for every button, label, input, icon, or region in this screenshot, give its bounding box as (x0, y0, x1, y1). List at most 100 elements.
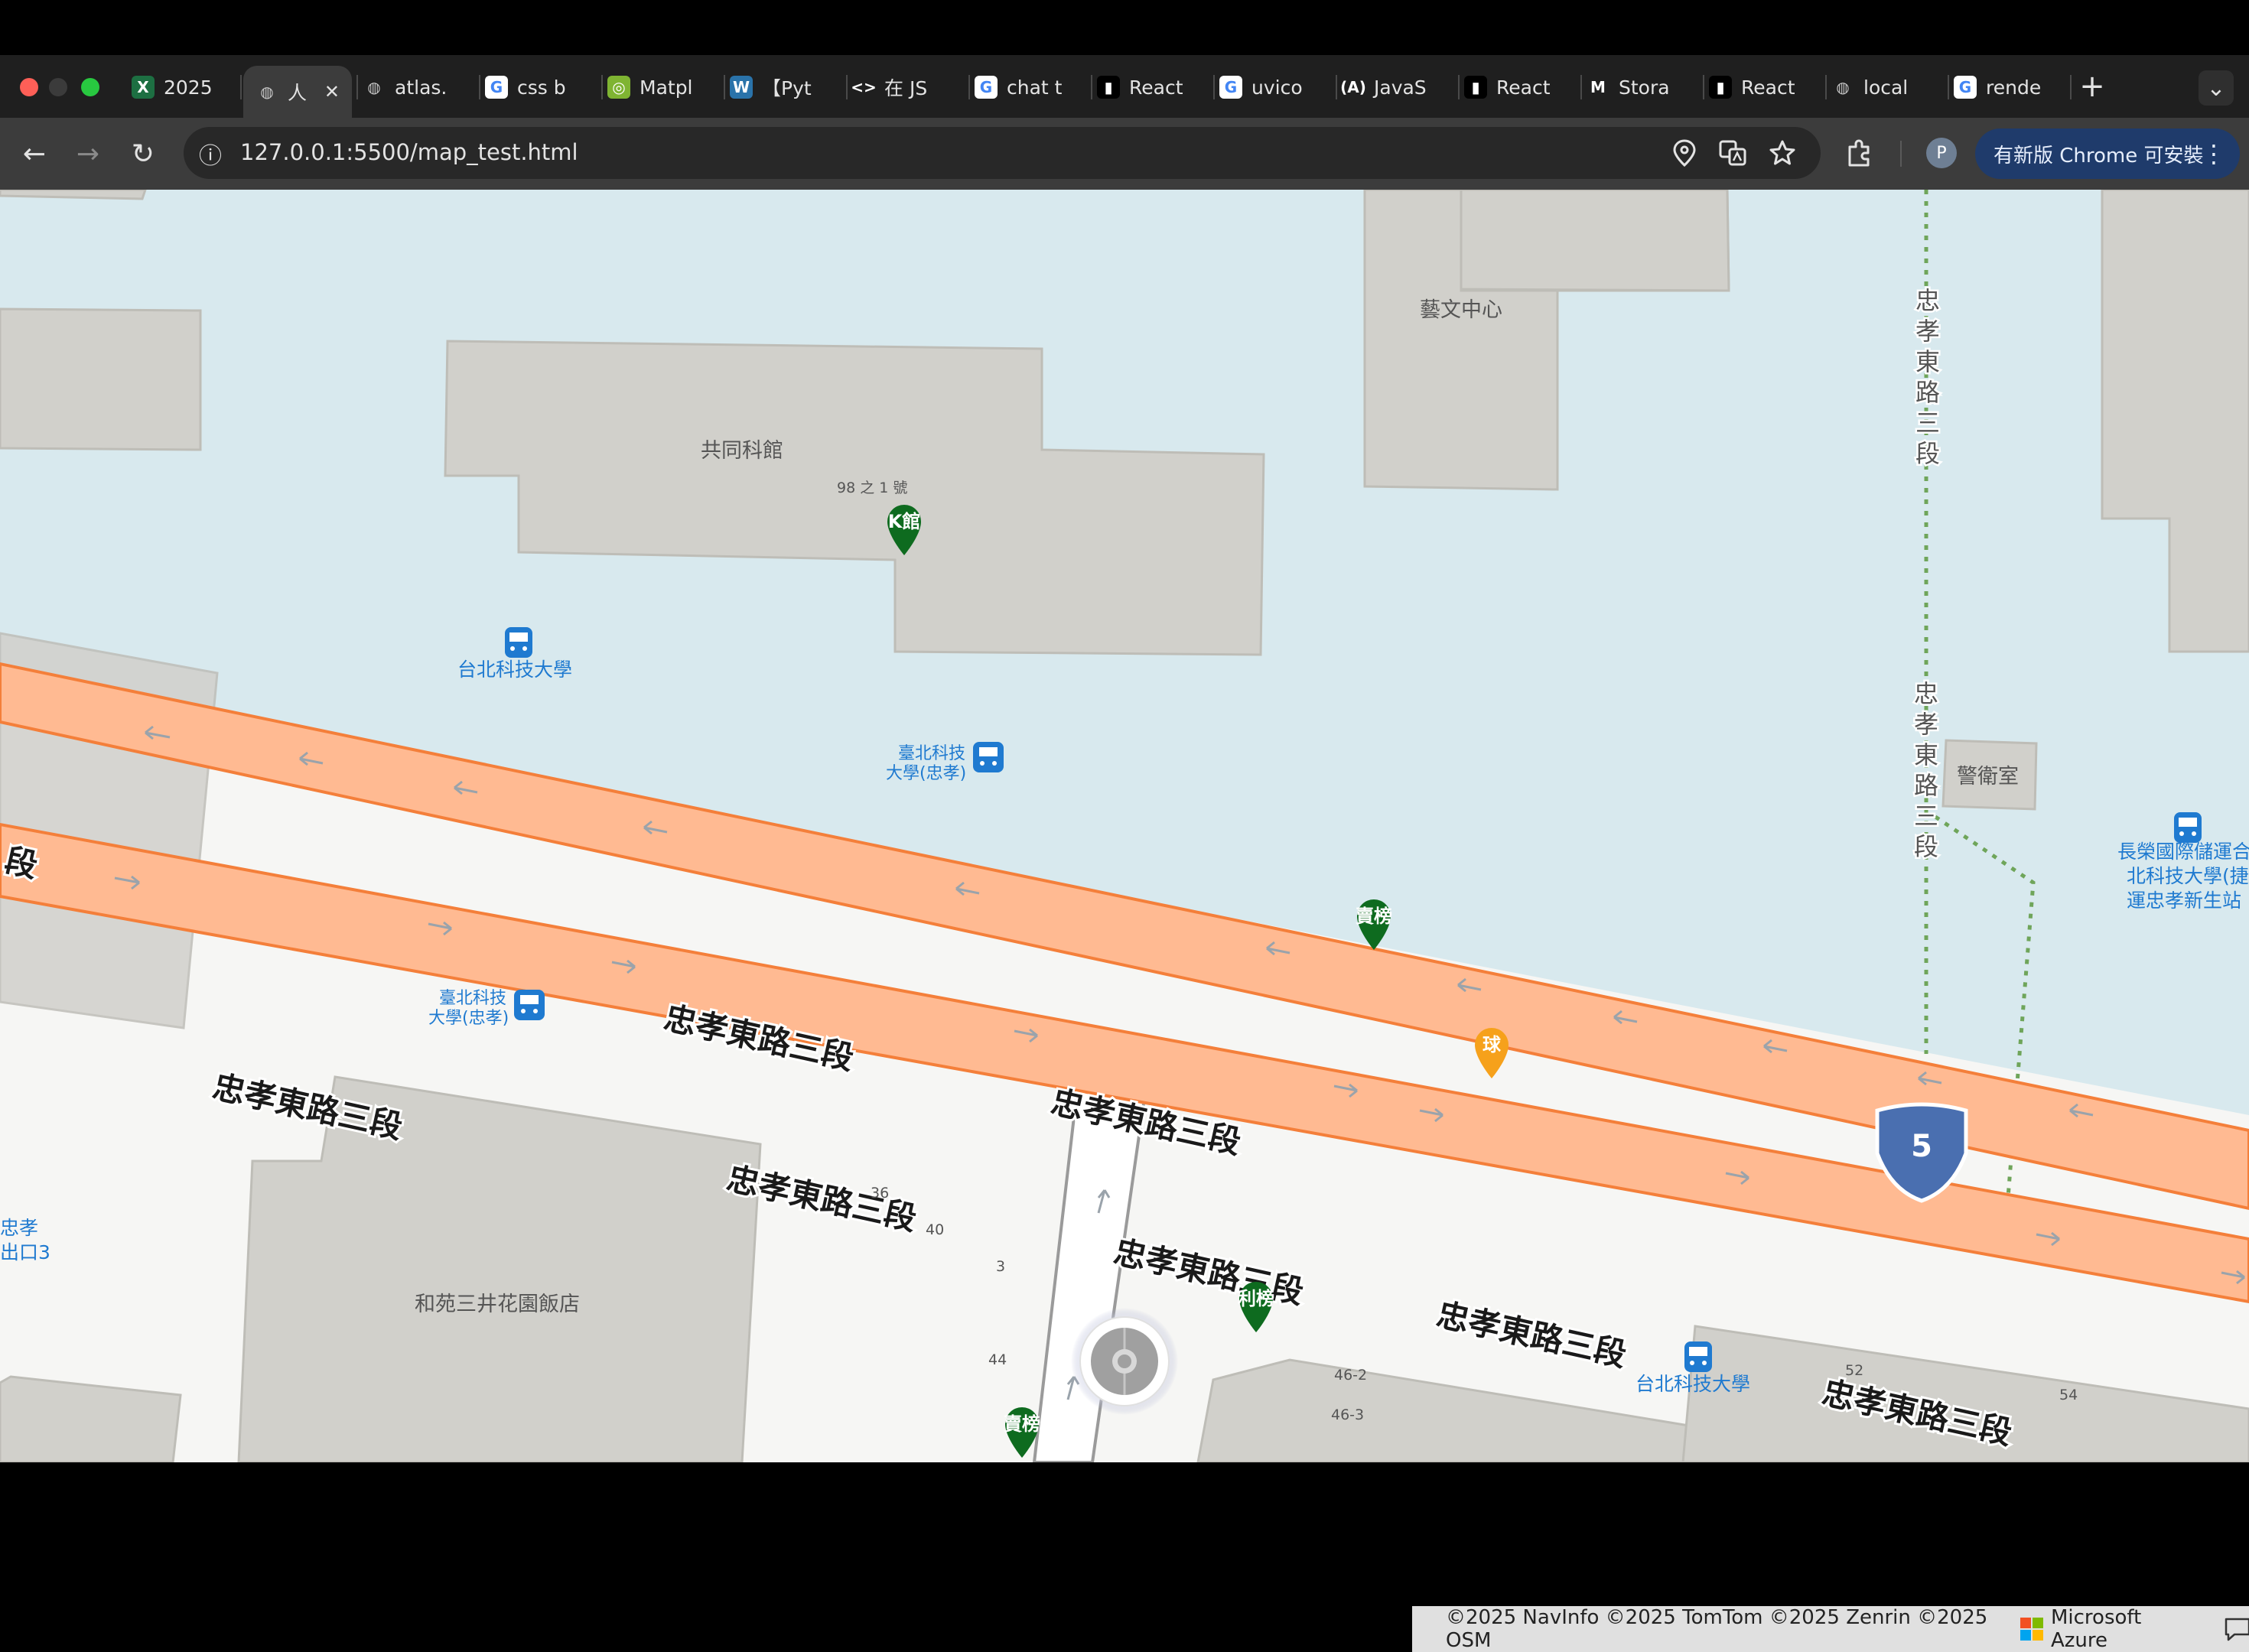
reload-button[interactable]: ↻ (124, 135, 162, 173)
poi-label: K館 (888, 511, 921, 532)
a-icon: (A) (1340, 78, 1366, 96)
tab[interactable]: ▮ React (1461, 66, 1576, 109)
tab-title: uvico (1251, 76, 1303, 99)
back-button[interactable]: ← (15, 135, 54, 173)
bus-stop-label: 運忠孝新生站 (2127, 889, 2241, 912)
tab[interactable]: W 【Pyt (727, 66, 841, 109)
tab-title: 人 (288, 82, 308, 104)
google-icon: G (975, 76, 998, 99)
tab-separator (240, 75, 242, 99)
current-location-marker[interactable] (1071, 1308, 1178, 1415)
bus-icon (514, 990, 545, 1020)
tab-title: chat t (1007, 76, 1063, 99)
tab[interactable]: Gchat t (972, 66, 1086, 109)
tab-search-button[interactable]: ⌄ (2199, 70, 2234, 106)
google-icon: G (1954, 76, 1977, 99)
tab-separator (1458, 75, 1460, 99)
address-number: 46-2 (1334, 1367, 1367, 1384)
wordpress-icon: W (730, 76, 753, 99)
tab[interactable]: Grende (1951, 66, 2065, 109)
tab[interactable]: ◍ local (1828, 66, 1943, 109)
address-number: 36 (871, 1185, 889, 1202)
toolbar-divider (1900, 141, 1902, 167)
translate-icon[interactable] (1718, 139, 1747, 167)
poi-label: 賣榜 (1004, 1413, 1040, 1435)
tab-title: css b (517, 76, 566, 99)
tab-separator (968, 75, 970, 99)
tab[interactable]: Gcss b (482, 66, 597, 109)
place-label-guard-room: 警衛室 (1957, 765, 2019, 789)
update-chrome-button[interactable]: 有新版 Chrome 可安裝 ⋮ (1975, 128, 2240, 179)
bus-stop-label: 大學(忠孝) (886, 764, 966, 783)
poi-label: 球 (1483, 1034, 1502, 1055)
bus-icon (973, 742, 1004, 772)
tab[interactable]: X 2025 (129, 66, 236, 109)
azure-label: Microsoft Azure (2050, 1606, 2142, 1652)
tab-title: 在 JS (884, 77, 928, 99)
site-info-icon[interactable]: ⓘ (191, 135, 229, 173)
bus-stop-label: 長榮國際儲運合 (2117, 841, 2249, 863)
tab-separator (724, 75, 725, 99)
more-menu-icon[interactable]: ⋮ (2202, 139, 2226, 168)
tab[interactable]: (A) JavaS (1339, 66, 1453, 109)
tab-separator (479, 75, 480, 99)
place-label-arts-center: 藝文中心 (1420, 298, 1502, 322)
profile-avatar[interactable]: P (1926, 138, 1957, 168)
forward-button[interactable]: → (69, 135, 107, 173)
globe-icon: ◍ (1836, 78, 1850, 96)
exit-label: 忠孝 (0, 1217, 38, 1239)
tab-separator (1948, 75, 1949, 99)
tab-title: rende (1986, 76, 2042, 99)
building (1460, 190, 1730, 292)
medium-icon: ▮ (1709, 76, 1732, 99)
extensions-puzzle-icon[interactable] (1844, 138, 1874, 168)
bus-stop-label: 臺北科技 (439, 989, 506, 1008)
location-pin-icon[interactable] (1672, 139, 1697, 167)
bus-stop-label: 台北科技大學 (1635, 1373, 1750, 1395)
address-number: 40 (926, 1221, 944, 1238)
medium-icon: ▮ (1097, 76, 1120, 99)
bus-icon (505, 627, 532, 658)
globe-icon: ◍ (367, 78, 381, 96)
exit-label: 出口3 (0, 1241, 50, 1263)
tab-title: local (1863, 76, 1909, 99)
attribution-text: ©2025 NavInfo ©2025 TomTom ©2025 Zenrin … (1446, 1606, 1988, 1652)
tab[interactable]: M Stora (1583, 66, 1698, 109)
minimize-window-button[interactable] (49, 78, 67, 96)
tab-separator (356, 75, 358, 99)
map-canvas[interactable]: 忠孝東路三段 忠孝東路三段 忠孝東路三段 忠孝東路三段 忠孝東路三段 忠孝東路三… (0, 190, 2249, 1462)
update-chrome-label: 有新版 Chrome 可安裝 (1994, 144, 2204, 167)
azure-branding: Microsoft Azure (2020, 1606, 2192, 1652)
maximize-window-button[interactable] (81, 78, 99, 96)
tab[interactable]: ▮ React (1094, 66, 1209, 109)
close-tab-icon[interactable]: ✕ (324, 81, 340, 102)
tab-separator (1703, 75, 1704, 99)
address-number: 3 (996, 1258, 1005, 1275)
tab-title: 【Pyt (762, 77, 812, 99)
tab[interactable]: Guvico (1216, 66, 1331, 109)
map-view[interactable]: 忠孝東路三段 忠孝東路三段 忠孝東路三段 忠孝東路三段 忠孝東路三段 忠孝東路三… (0, 190, 2249, 1652)
feedback-icon[interactable] (2224, 1617, 2249, 1641)
tab-separator (1336, 75, 1337, 99)
m-icon: M (1590, 78, 1606, 96)
google-icon: G (485, 76, 508, 99)
tab-title: React (1129, 76, 1183, 99)
url-text[interactable]: 127.0.0.1:5500/map_test.html (240, 139, 578, 165)
tab[interactable]: <> 在 JS (849, 66, 964, 109)
tab-separator (1825, 75, 1827, 99)
tab-title: Stora (1619, 76, 1670, 99)
tab-separator (1580, 75, 1582, 99)
tab-separator (846, 75, 848, 99)
bookmark-star-icon[interactable] (1769, 139, 1796, 167)
place-label-common-hall: 共同科館 (701, 439, 783, 463)
tab[interactable]: ◍ atlas. (360, 66, 474, 109)
close-window-button[interactable] (20, 78, 38, 96)
poi-label: 利榜 (1238, 1288, 1274, 1309)
tab[interactable]: ▮ React (1706, 66, 1821, 109)
window-top-strip (0, 0, 2249, 55)
address-number: 44 (988, 1351, 1007, 1368)
tab[interactable]: ◍ 人 ✕ (243, 66, 352, 118)
new-tab-button[interactable]: + (2073, 67, 2111, 106)
tab[interactable]: ◎ Matpl (604, 66, 719, 109)
tab-title: JavaS (1374, 76, 1427, 99)
